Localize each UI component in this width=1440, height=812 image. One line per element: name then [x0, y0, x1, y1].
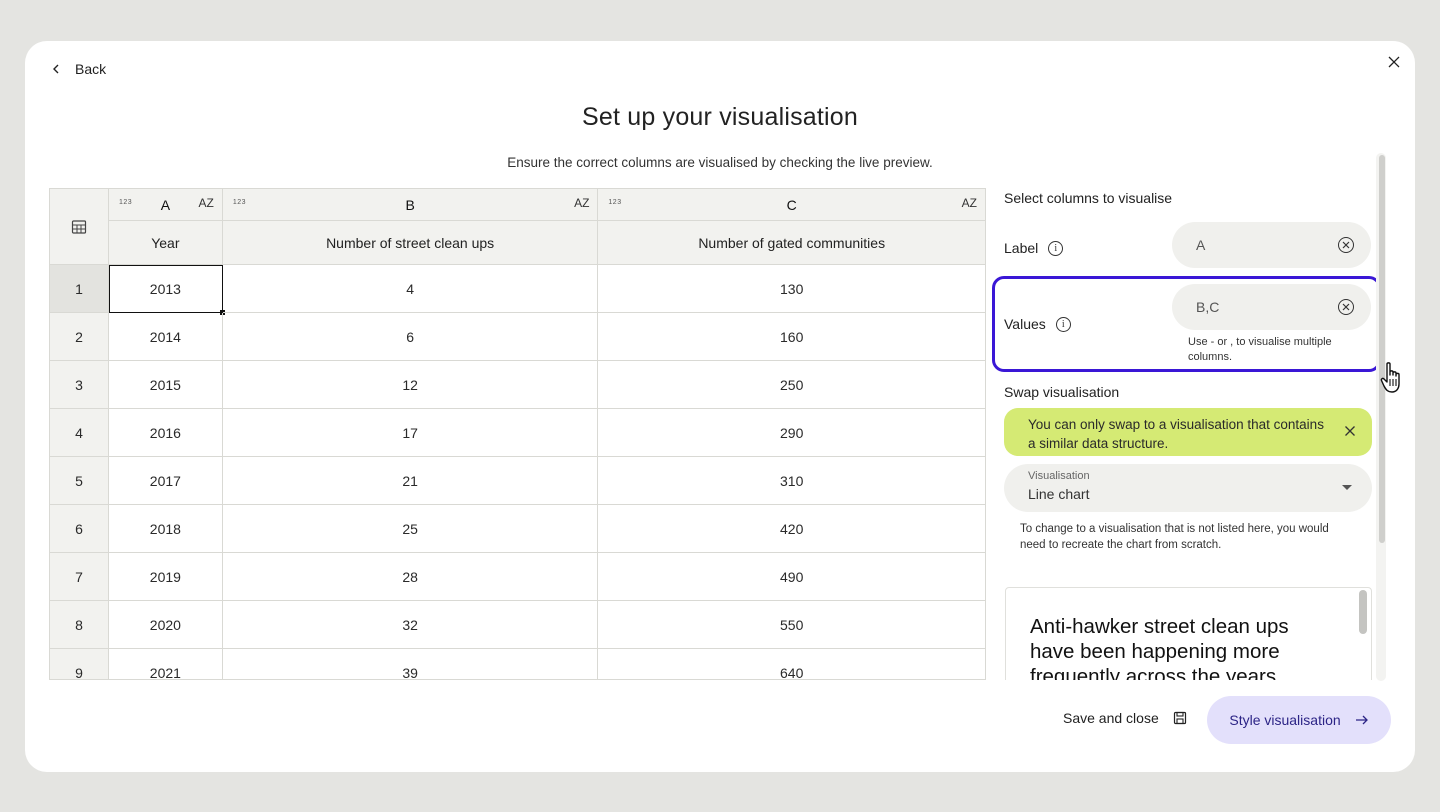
back-button[interactable]: Back: [51, 59, 106, 79]
table-cell[interactable]: 550: [598, 601, 985, 649]
panel-scrollbar-thumb[interactable]: [1379, 155, 1385, 543]
table-row: 4 2016 17 290: [50, 409, 985, 457]
table-cell[interactable]: 2020: [108, 601, 223, 649]
values-field-label: Values i: [1004, 316, 1071, 332]
column-name-clean-ups[interactable]: Number of street clean ups: [222, 221, 599, 265]
table-cell[interactable]: 2014: [108, 313, 223, 361]
values-column-input[interactable]: B,C: [1172, 284, 1371, 330]
table-cell[interactable]: 4: [222, 265, 599, 313]
sort-az-icon[interactable]: AZ: [198, 196, 213, 210]
select-help-text: To change to a visualisation that is not…: [1020, 523, 1329, 551]
table-cell[interactable]: 2019: [108, 553, 223, 601]
arrow-right-icon: [1355, 715, 1368, 725]
numeric-type-icon: 123: [232, 199, 246, 206]
column-name-gated-communities[interactable]: Number of gated communities: [598, 221, 985, 265]
visualisation-select[interactable]: Visualisation Line chart: [1004, 464, 1372, 512]
table-cell[interactable]: 32: [222, 601, 599, 649]
column-header-b[interactable]: 123 B AZ: [222, 189, 599, 221]
row-number[interactable]: 7: [50, 553, 109, 601]
close-icon[interactable]: [1387, 55, 1401, 69]
row-number[interactable]: 3: [50, 361, 109, 409]
table-cell[interactable]: 640: [598, 649, 985, 680]
table-row: 6 2018 25 420: [50, 505, 985, 553]
table-cell[interactable]: 2013: [108, 265, 225, 315]
info-icon[interactable]: i: [1048, 240, 1064, 256]
table-cell[interactable]: 2018: [108, 505, 223, 553]
close-icon[interactable]: [1344, 425, 1356, 437]
row-number[interactable]: 8: [50, 601, 109, 649]
save-icon: [1173, 711, 1186, 725]
row-number[interactable]: 6: [50, 505, 109, 553]
row-number[interactable]: 9: [50, 649, 109, 679]
table-cell[interactable]: 17: [222, 409, 599, 457]
table-row: 7 2019 28 490: [50, 553, 985, 601]
numeric-type-icon: 123: [608, 199, 622, 206]
table-row: 9 2021 39 640: [50, 649, 985, 680]
page-subtitle: Ensure the correct columns are visualise…: [507, 155, 933, 170]
chevron-left-icon: [53, 64, 59, 74]
column-header-c[interactable]: 123 C AZ: [598, 189, 985, 221]
swap-visualisation-heading: Swap visualisation: [1004, 384, 1120, 400]
table-cell[interactable]: 12: [222, 361, 599, 409]
table-cell[interactable]: 6: [222, 313, 599, 361]
table-row: 3 2015 12 250: [50, 361, 985, 409]
save-and-close-button[interactable]: Save and close: [1063, 710, 1187, 726]
caret-down-icon: [1342, 485, 1352, 490]
swap-notice: You can only swap to a visualisation tha…: [1004, 408, 1372, 456]
table-cell[interactable]: 290: [598, 409, 985, 457]
page-title: Set up your visualisation: [582, 103, 858, 131]
clear-icon[interactable]: [1338, 237, 1354, 253]
table-cell[interactable]: 250: [598, 361, 985, 409]
data-sheet: 123 A AZ 123 B AZ 123 C AZ Year Number o…: [49, 188, 986, 680]
table-cell[interactable]: 2017: [108, 457, 223, 505]
setup-dialog: Back Set up your visualisation Ensure th…: [25, 41, 1415, 772]
table-cell[interactable]: 2015: [108, 361, 223, 409]
table-row: 8 2020 32 550: [50, 601, 985, 649]
row-number[interactable]: 1: [50, 265, 109, 313]
label-column-input[interactable]: A: [1172, 222, 1371, 268]
table-row: 5 2017 21 310: [50, 457, 985, 505]
column-header-a[interactable]: 123 A AZ: [108, 189, 223, 221]
select-columns-heading: Select columns to visualise: [1004, 190, 1173, 206]
column-name-year[interactable]: Year: [108, 221, 223, 265]
table-cell[interactable]: 28: [222, 553, 599, 601]
style-visualisation-button[interactable]: Style visualisation: [1207, 696, 1391, 744]
preview-chart-title: Anti-hawker street clean ups have been h…: [1030, 615, 1289, 680]
table-cell[interactable]: 2016: [108, 409, 223, 457]
row-number[interactable]: 4: [50, 409, 109, 457]
numeric-type-icon: 123: [118, 199, 133, 206]
hand-pointer-cursor-icon: [1380, 362, 1400, 393]
table-row: 2 2014 6 160: [50, 313, 985, 361]
row-number[interactable]: 5: [50, 457, 109, 505]
table-cell[interactable]: 420: [598, 505, 985, 553]
table-row: 1 2013 4 130: [50, 265, 985, 315]
table-cell[interactable]: 25: [222, 505, 599, 553]
label-field-label: Label i: [1004, 240, 1064, 256]
table-cell[interactable]: 2021: [109, 649, 223, 679]
back-label: Back: [75, 61, 107, 77]
table-cell[interactable]: 21: [222, 457, 599, 505]
info-icon[interactable]: i: [1055, 316, 1071, 332]
live-preview: Anti-hawker street clean ups have been h…: [1005, 587, 1372, 680]
table-cell[interactable]: 310: [598, 457, 985, 505]
table-cell[interactable]: 160: [598, 313, 985, 361]
table-cell[interactable]: 130: [598, 265, 985, 313]
values-hint: Use - or , to visualise multiple columns…: [1188, 336, 1332, 363]
preview-scrollbar[interactable]: [1359, 590, 1367, 634]
table-cell[interactable]: 39: [223, 649, 599, 679]
sort-az-icon[interactable]: AZ: [574, 196, 589, 210]
settings-panel: Select columns to visualise Label i A Va…: [992, 188, 1377, 680]
row-number[interactable]: 2: [50, 313, 109, 361]
table-cell[interactable]: 490: [598, 553, 985, 601]
clear-icon[interactable]: [1338, 299, 1354, 315]
sort-az-icon[interactable]: AZ: [962, 196, 977, 210]
